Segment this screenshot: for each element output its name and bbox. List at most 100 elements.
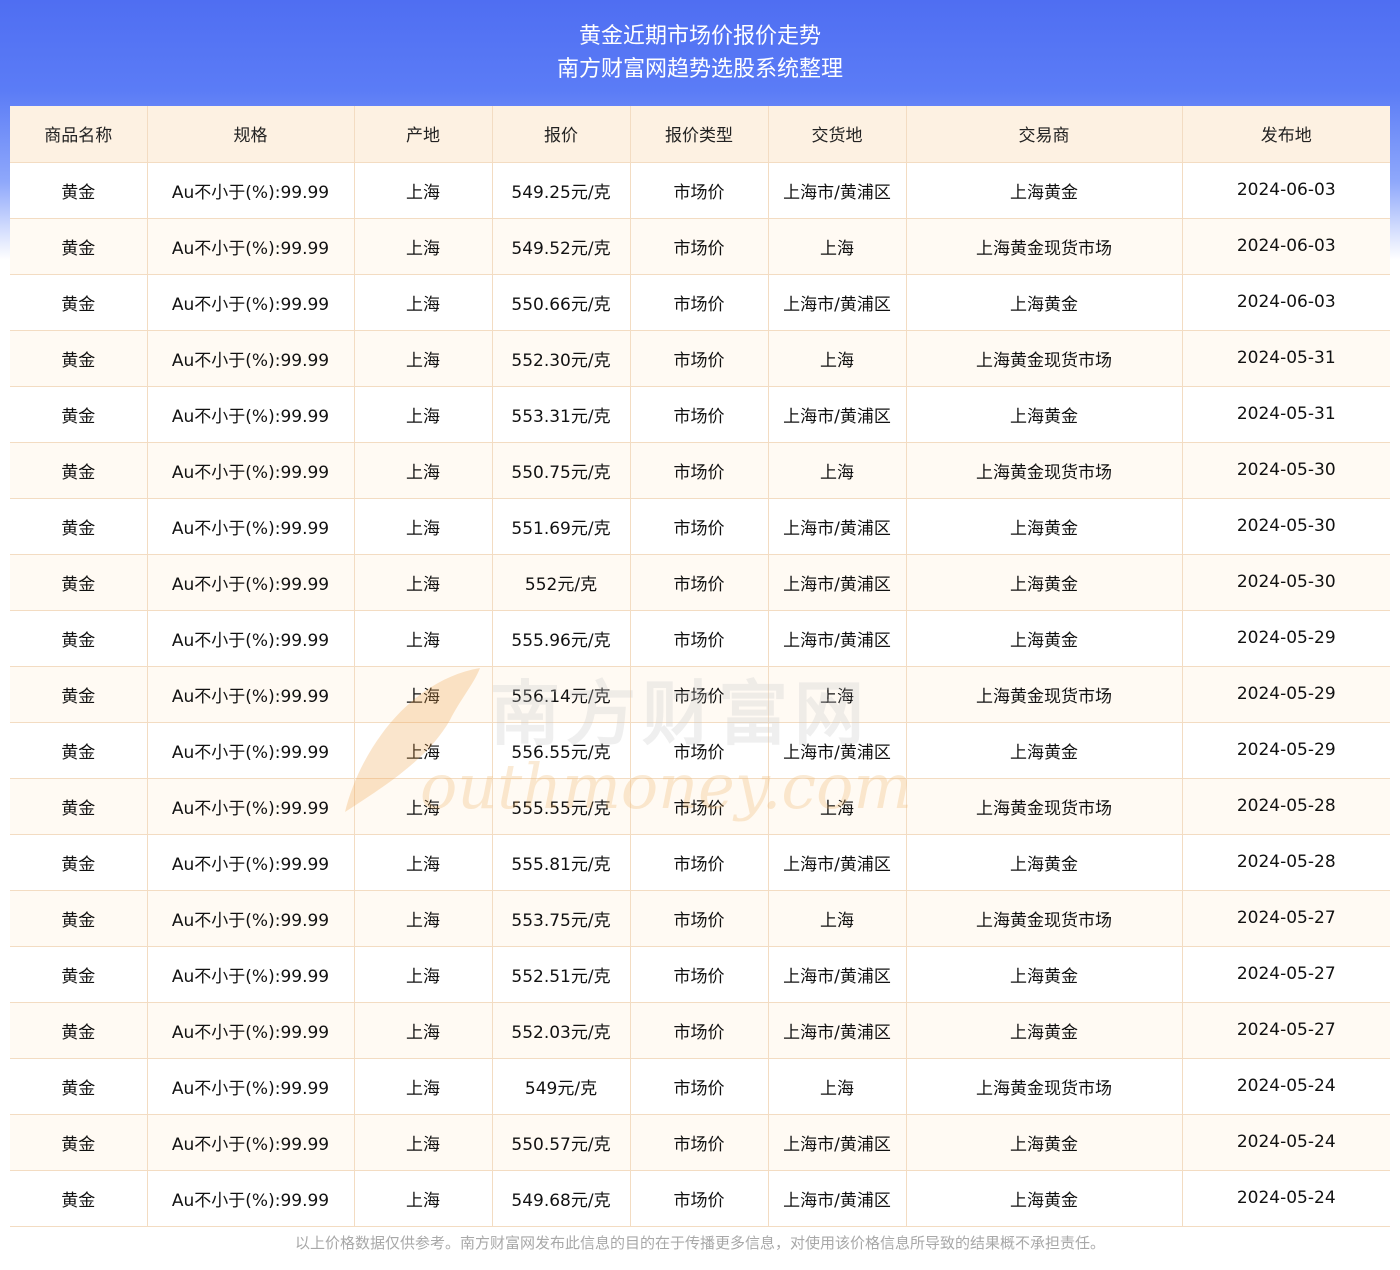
- table-cell: 上海: [354, 1114, 493, 1171]
- table-cell: 2024-05-31: [1182, 330, 1390, 387]
- table-cell: 552.30元/克: [492, 330, 631, 387]
- table-cell: 上海黄金: [906, 274, 1183, 331]
- table-cell: 黄金: [10, 666, 148, 723]
- table-cell: 市场价: [630, 610, 769, 667]
- price-table-card: 商品名称 规格 产地 报价 报价类型 交货地 交易商 发布地 黄金 Au不小于(%):99.99…: [10, 106, 1390, 1270]
- table-row: 黄金 Au不小于(%):99.99 上海 553.75元/克 市场价 上海 上海黄金现货市场…: [10, 890, 1390, 947]
- table-cell: 黄金: [10, 162, 148, 219]
- table-cell: 2024-05-30: [1182, 442, 1390, 499]
- table-cell: 上海市/黄浦区: [768, 1114, 907, 1171]
- table-cell: 上海黄金现货市场: [906, 666, 1183, 723]
- table-cell: 上海: [768, 1058, 907, 1115]
- table-cell: Au不小于(%):99.99: [147, 554, 355, 611]
- table-cell: 上海: [354, 1002, 493, 1059]
- table-cell: 市场价: [630, 834, 769, 891]
- table-row: 黄金 Au不小于(%):99.99 上海 552元/克 市场价 上海市/黄浦区 上海黄金 20…: [10, 554, 1390, 611]
- table-cell: 2024-05-29: [1182, 666, 1390, 723]
- table-cell: 2024-05-29: [1182, 722, 1390, 779]
- table-cell: 550.57元/克: [492, 1114, 631, 1171]
- table-cell: 黄金: [10, 1114, 148, 1171]
- column-header: 产地: [354, 106, 493, 163]
- table-cell: 上海: [354, 442, 493, 499]
- table-row: 黄金 Au不小于(%):99.99 上海 549元/克 市场价 上海 上海黄金现货市场 202…: [10, 1058, 1390, 1115]
- column-header: 交易商: [906, 106, 1183, 163]
- table-cell: 2024-05-31: [1182, 386, 1390, 443]
- table-cell: 上海黄金: [906, 498, 1183, 555]
- table-cell: 2024-06-03: [1182, 274, 1390, 331]
- table-row: 黄金 Au不小于(%):99.99 上海 552.30元/克 市场价 上海 上海黄金现货市场…: [10, 330, 1390, 387]
- table-cell: 上海: [768, 442, 907, 499]
- table-cell: 市场价: [630, 554, 769, 611]
- table-cell: 2024-06-03: [1182, 218, 1390, 275]
- table-cell: Au不小于(%):99.99: [147, 890, 355, 947]
- table-cell: 市场价: [630, 386, 769, 443]
- table-cell: Au不小于(%):99.99: [147, 1058, 355, 1115]
- table-row: 黄金 Au不小于(%):99.99 上海 550.75元/克 市场价 上海 上海黄金现货市场…: [10, 442, 1390, 499]
- table-cell: 上海黄金现货市场: [906, 218, 1183, 275]
- table-cell: 黄金: [10, 946, 148, 1003]
- table-cell: 上海黄金现货市场: [906, 442, 1183, 499]
- table-body: 黄金 Au不小于(%):99.99 上海 549.25元/克 市场价 上海市/黄浦区 上海黄…: [10, 162, 1390, 1227]
- table-cell: 553.31元/克: [492, 386, 631, 443]
- table-row: 黄金 Au不小于(%):99.99 上海 549.25元/克 市场价 上海市/黄浦区 上海黄…: [10, 162, 1390, 219]
- table-cell: 黄金: [10, 890, 148, 947]
- table-cell: 2024-06-03: [1182, 162, 1390, 219]
- page-title-line1: 黄金近期市场价报价走势: [578, 24, 821, 49]
- column-header: 商品名称: [10, 106, 148, 163]
- table-cell: 黄金: [10, 442, 148, 499]
- table-cell: 市场价: [630, 1058, 769, 1115]
- table-cell: 上海市/黄浦区: [768, 498, 907, 555]
- disclaimer-note: 以上价格数据仅供参考。南方财富网发布此信息的目的在于传播更多信息，对使用该价格信…: [294, 1234, 1105, 1252]
- table-cell: 市场价: [630, 218, 769, 275]
- table-cell: 上海: [354, 1170, 493, 1227]
- table-cell: 上海市/黄浦区: [768, 386, 907, 443]
- table-cell: 549.68元/克: [492, 1170, 631, 1227]
- table-cell: 2024-05-24: [1182, 1058, 1390, 1115]
- table-cell: 2024-05-27: [1182, 1002, 1390, 1059]
- table-cell: Au不小于(%):99.99: [147, 834, 355, 891]
- table-cell: 上海: [354, 610, 493, 667]
- table-cell: Au不小于(%):99.99: [147, 722, 355, 779]
- table-cell: 上海: [354, 890, 493, 947]
- column-header: 报价: [492, 106, 631, 163]
- table-cell: 上海黄金现货市场: [906, 890, 1183, 947]
- table-cell: 552元/克: [492, 554, 631, 611]
- table-cell: 上海: [768, 666, 907, 723]
- table-cell: 上海: [354, 666, 493, 723]
- table-row: 黄金 Au不小于(%):99.99 上海 552.51元/克 市场价 上海市/黄浦区 上海黄…: [10, 946, 1390, 1003]
- table-cell: Au不小于(%):99.99: [147, 218, 355, 275]
- column-header: 规格: [147, 106, 355, 163]
- table-cell: 上海黄金现货市场: [906, 778, 1183, 835]
- column-header: 报价类型: [630, 106, 769, 163]
- price-table: 商品名称 规格 产地 报价 报价类型 交货地 交易商 发布地 黄金 Au不小于(%):99.99…: [10, 106, 1390, 1227]
- table-cell: 黄金: [10, 274, 148, 331]
- table-row: 黄金 Au不小于(%):99.99 上海 552.03元/克 市场价 上海市/黄浦区 上海黄…: [10, 1002, 1390, 1059]
- table-cell: 上海黄金: [906, 1170, 1183, 1227]
- table-cell: 549.25元/克: [492, 162, 631, 219]
- table-cell: 上海市/黄浦区: [768, 554, 907, 611]
- table-cell: 555.96元/克: [492, 610, 631, 667]
- table-cell: 黄金: [10, 386, 148, 443]
- table-cell: 市场价: [630, 442, 769, 499]
- table-cell: 上海: [354, 218, 493, 275]
- table-cell: 黄金: [10, 554, 148, 611]
- table-cell: 2024-05-27: [1182, 946, 1390, 1003]
- table-row: 黄金 Au不小于(%):99.99 上海 550.66元/克 市场价 上海市/黄浦区 上海黄…: [10, 274, 1390, 331]
- table-cell: 556.14元/克: [492, 666, 631, 723]
- table-cell: 553.75元/克: [492, 890, 631, 947]
- table-cell: 上海: [354, 834, 493, 891]
- table-cell: 550.66元/克: [492, 274, 631, 331]
- table-cell: 上海市/黄浦区: [768, 162, 907, 219]
- table-cell: 上海: [354, 946, 493, 1003]
- table-cell: 上海: [768, 218, 907, 275]
- table-cell: 上海黄金: [906, 610, 1183, 667]
- table-cell: 上海黄金现货市场: [906, 1058, 1183, 1115]
- table-cell: 上海: [768, 890, 907, 947]
- table-cell: 黄金: [10, 330, 148, 387]
- table-cell: 市场价: [630, 1114, 769, 1171]
- table-cell: 市场价: [630, 722, 769, 779]
- table-cell: 上海市/黄浦区: [768, 834, 907, 891]
- table-row: 黄金 Au不小于(%):99.99 上海 556.14元/克 市场价 上海 上海黄金现货市场…: [10, 666, 1390, 723]
- table-cell: Au不小于(%):99.99: [147, 1170, 355, 1227]
- table-cell: 黄金: [10, 1002, 148, 1059]
